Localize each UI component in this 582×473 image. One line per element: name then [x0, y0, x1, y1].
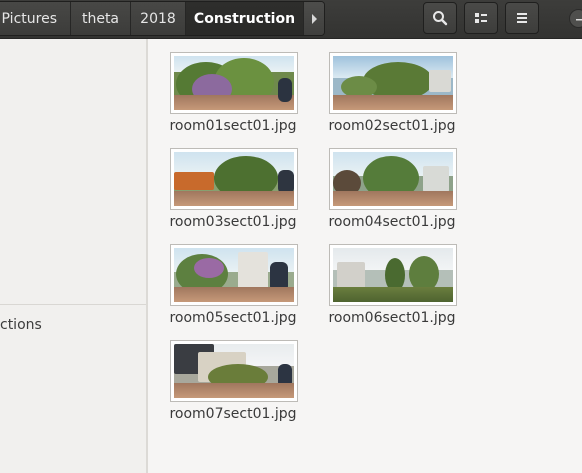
view-toggle-button[interactable] [464, 2, 498, 34]
breadcrumb-forward-button[interactable] [304, 2, 324, 35]
thumbnail [170, 52, 298, 114]
sidebar: ctions [0, 39, 147, 473]
file-name: room03sect01.jpg [169, 214, 297, 230]
file-name: room06sect01.jpg [328, 310, 456, 326]
thumbnail [170, 148, 298, 210]
file-name: room05sect01.jpg [169, 310, 297, 326]
breadcrumb-current[interactable]: Construction [186, 2, 304, 35]
chevron-right-icon [311, 13, 317, 24]
thumbnail [329, 148, 457, 210]
thumbnail [329, 52, 457, 114]
breadcrumb-pictures[interactable]: Pictures [0, 2, 71, 35]
sidebar-item-other-locations[interactable]: ctions [0, 317, 42, 333]
file-name: room02sect01.jpg [328, 118, 456, 134]
sidebar-divider [0, 304, 146, 305]
hamburger-menu-icon [517, 13, 527, 23]
file-name: room04sect01.jpg [328, 214, 456, 230]
breadcrumb: Pictures theta 2018 Construction [0, 1, 325, 36]
minimize-icon [575, 18, 582, 20]
header-bar: Pictures theta 2018 Construction [0, 0, 582, 39]
menu-button[interactable] [505, 2, 539, 34]
search-icon [433, 11, 448, 26]
thumbnail [170, 244, 298, 306]
view-toggle-icon [475, 13, 487, 23]
file-name: room07sect01.jpg [169, 406, 297, 422]
search-button[interactable] [423, 2, 457, 34]
breadcrumb-theta[interactable]: theta [71, 2, 131, 35]
thumbnail [170, 340, 298, 402]
file-grid: room01sect01.jpg room02sect01.jpg room03… [148, 39, 582, 473]
thumbnail [329, 244, 457, 306]
file-name: room01sect01.jpg [169, 118, 297, 134]
window-minimize-button[interactable] [569, 9, 582, 28]
breadcrumb-2018[interactable]: 2018 [131, 2, 186, 35]
